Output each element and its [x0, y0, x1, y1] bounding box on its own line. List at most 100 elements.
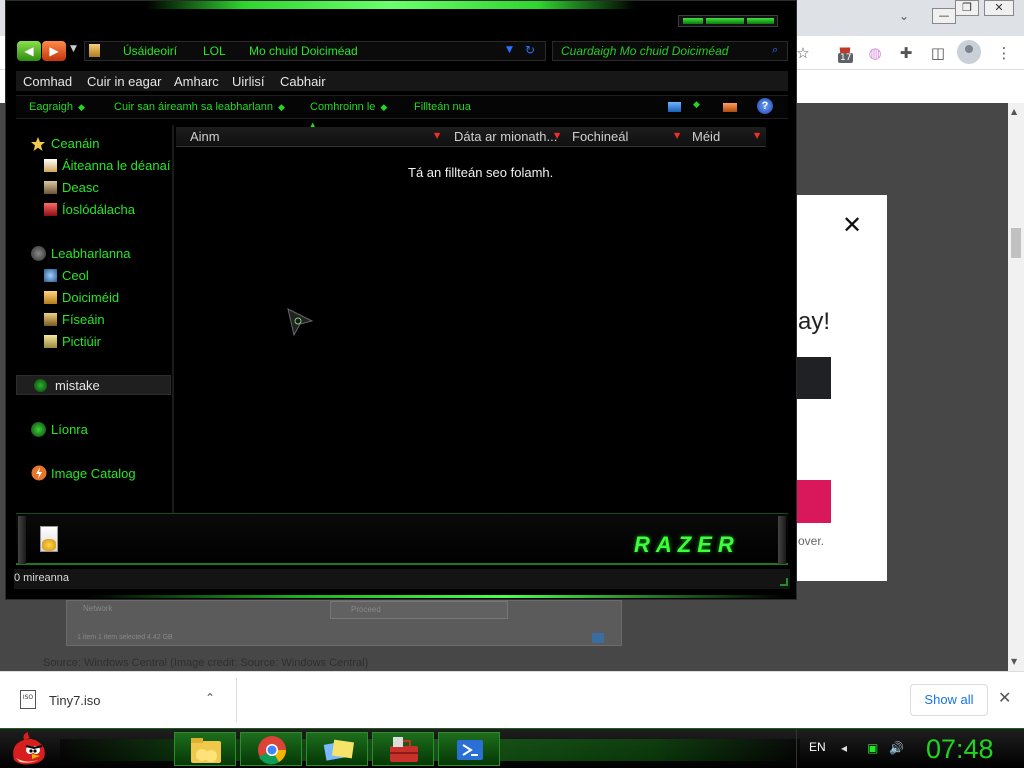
new-folder-button[interactable]: Fillteán nua	[414, 101, 471, 113]
window-controls	[678, 15, 778, 27]
address-dropdown-icon[interactable]: ▼	[506, 45, 513, 55]
resize-grip-icon[interactable]	[780, 578, 788, 586]
sidebar-item-documents[interactable]: Doiciméid	[62, 290, 119, 305]
recent-pages-chevron-icon[interactable]: ▼	[70, 44, 77, 54]
include-in-library-label: Cuir san áireamh sa leabharlann	[114, 101, 273, 113]
sidebar-item-favorites[interactable]: Ceanáin	[51, 136, 99, 151]
window-close-button[interactable]	[747, 18, 774, 24]
page-scrollbar[interactable]: ▲ ▼	[1008, 103, 1024, 671]
status-bar: 0 mireanna	[14, 569, 790, 589]
share-with-button[interactable]: Comhroinn le ◆	[310, 101, 387, 113]
tray-network-icon[interactable]: ▣	[867, 741, 878, 755]
modal-close-icon[interactable]: ✕	[842, 211, 862, 239]
modal-headline: ay!	[798, 308, 831, 335]
menu-edit[interactable]: Cuir in eagar	[87, 74, 161, 89]
side-panel-icon[interactable]: ◫	[927, 42, 949, 64]
extension-badge: 17	[838, 53, 854, 63]
sidebar-item-network[interactable]: Líonra	[51, 422, 88, 437]
pictures-icon	[44, 335, 57, 348]
back-arrow-icon[interactable]: ◀	[17, 41, 41, 61]
help-icon[interactable]: ?	[757, 98, 773, 114]
column-header-type[interactable]: Fochineál ▼	[566, 127, 686, 147]
details-pane-left-edge	[18, 516, 26, 564]
extensions-puzzle-icon[interactable]: ✚	[895, 42, 917, 64]
scroll-up-icon[interactable]: ▲	[1011, 107, 1017, 116]
menu-file[interactable]: Comhad	[23, 74, 72, 89]
figure-network-label: Network	[83, 604, 113, 613]
breadcrumb-my-documents[interactable]: Mo chuid Doiciméad	[249, 44, 358, 58]
taskbar-toolbox-button[interactable]	[372, 732, 434, 766]
window-minimize-button[interactable]	[683, 18, 703, 24]
system-tray: EN ◂ ▣ 🔊 07:48	[796, 729, 1024, 768]
pane-divider[interactable]	[172, 125, 174, 513]
documents-folder-icon	[89, 44, 100, 57]
details-pane: RAZER	[16, 513, 788, 565]
taskbar-explorer-button[interactable]	[174, 732, 236, 766]
column-filter-icon[interactable]: ▼	[434, 131, 440, 140]
tray-expand-icon[interactable]: ◂	[841, 741, 847, 755]
refresh-icon[interactable]: ↻	[525, 43, 535, 57]
libraries-icon	[31, 246, 46, 261]
title-bar-glow	[146, 1, 636, 9]
tab-search-chevron-icon[interactable]: ⌄	[899, 9, 909, 23]
sidebar-item-downloads[interactable]: Íoslódálacha	[62, 202, 135, 217]
forward-arrow-icon[interactable]: ▶	[42, 41, 66, 61]
dropdown-dot-icon: ◆	[380, 102, 388, 112]
figure-status-text: 1 item 1 item selected 4.42 GB	[77, 634, 173, 641]
desktop-icon	[44, 181, 57, 194]
breadcrumb-users[interactable]: Úsáideoirí	[123, 44, 177, 58]
column-filter-icon[interactable]: ▼	[674, 131, 680, 140]
sidebar-item-mistake[interactable]: mistake	[16, 375, 171, 395]
browser-close-button[interactable]: ✕	[984, 0, 1014, 16]
tray-volume-icon[interactable]: 🔊	[889, 741, 904, 755]
windows-files-icon	[323, 739, 355, 761]
show-all-button[interactable]: Show all	[910, 684, 988, 716]
taskbar-clock[interactable]: 07:48	[926, 734, 994, 765]
iso-file-icon: ISO	[20, 690, 36, 709]
start-button-angry-bird-icon[interactable]	[6, 730, 50, 768]
taskbar-files-button[interactable]	[306, 732, 368, 766]
column-filter-icon[interactable]: ▼	[754, 131, 760, 140]
browser-menu-icon[interactable]: ⋮	[993, 42, 1015, 64]
column-header-size[interactable]: Méid ▼	[686, 127, 766, 147]
column-filter-icon[interactable]: ▼	[554, 131, 560, 140]
search-input[interactable]: Cuardaigh Mo chuid Doiciméad ⌕	[552, 41, 788, 61]
sidebar-item-music[interactable]: Ceol	[62, 268, 89, 283]
include-in-library-button[interactable]: Cuir san áireamh sa leabharlann ◆	[114, 101, 285, 113]
menu-help[interactable]: Cabhair	[280, 74, 326, 89]
menu-tools[interactable]: Uirlisí	[232, 74, 265, 89]
sidebar-item-desktop[interactable]: Deasc	[62, 180, 99, 195]
sidebar-item-image-catalog[interactable]: Image Catalog	[51, 466, 136, 481]
address-bar[interactable]: Úsáideoirí LOL Mo chuid Doiciméad ▼ ↻	[84, 41, 546, 61]
window-maximize-button[interactable]	[706, 18, 744, 24]
browser-minimize-button[interactable]: —	[932, 8, 956, 24]
download-shelf-close-icon[interactable]: ✕	[998, 688, 1011, 707]
sidebar-item-videos[interactable]: Físeáin	[62, 312, 105, 327]
sidebar-item-recent-places[interactable]: Áiteanna le déanaí	[62, 158, 170, 173]
browser-restore-button[interactable]: ❐	[955, 0, 979, 16]
scroll-down-icon[interactable]: ▼	[1011, 657, 1017, 666]
taskbar-chrome-button[interactable]	[240, 732, 302, 766]
profile-avatar[interactable]	[957, 40, 981, 64]
taskbar-powershell-button[interactable]	[438, 732, 500, 766]
change-view-icon[interactable]	[668, 102, 681, 112]
breadcrumb-lol[interactable]: LOL	[203, 44, 226, 58]
download-filename[interactable]: Tiny7.iso	[49, 693, 101, 708]
preview-pane-icon[interactable]	[723, 103, 737, 112]
input-language-indicator[interactable]: EN	[809, 740, 826, 754]
extension-flag-icon[interactable]: ◍	[864, 42, 886, 64]
organize-button[interactable]: Eagraigh ◆	[29, 101, 85, 113]
scroll-thumb[interactable]	[1011, 228, 1021, 258]
sidebar-item-pictures[interactable]: Pictiúir	[62, 334, 101, 349]
search-icon[interactable]: ⌕	[772, 43, 778, 57]
column-header-date-modified[interactable]: Dáta ar mionath... ▼	[448, 127, 566, 147]
sidebar-item-libraries[interactable]: Leabharlanna	[51, 246, 131, 261]
powershell-icon	[457, 740, 483, 760]
search-placeholder: Cuardaigh Mo chuid Doiciméad	[561, 44, 729, 58]
column-header-name[interactable]: Ainm ▼	[176, 127, 448, 147]
navigation-pane: Ceanáin Áiteanna le déanaí Deasc Íoslódá…	[14, 125, 172, 511]
menu-view[interactable]: Amharc	[174, 74, 219, 89]
download-options-chevron-icon[interactable]: ⌃	[205, 691, 215, 705]
view-options-dot-icon[interactable]: ◆	[693, 100, 700, 110]
column-name-label: Ainm	[190, 129, 220, 144]
